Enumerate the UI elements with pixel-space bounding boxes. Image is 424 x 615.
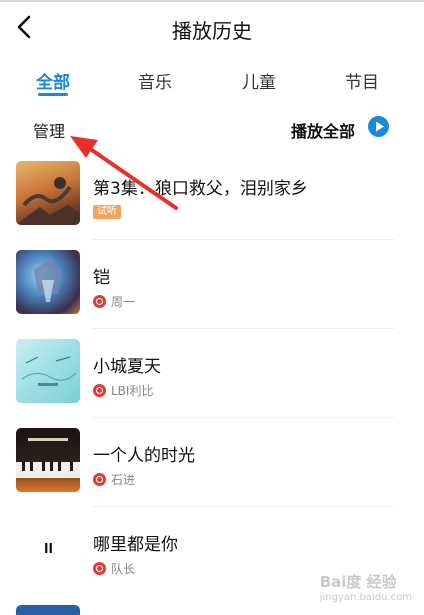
tab-bar: 全部 音乐 儿童 节目	[0, 68, 424, 102]
page-title: 播放历史	[172, 19, 252, 43]
artist-name: 石进	[111, 472, 136, 487]
track-meta: 周一	[93, 293, 135, 309]
track-title: 第3集：狼口救父，泪别家乡	[93, 179, 308, 199]
tab-music[interactable]: 音乐	[125, 68, 185, 93]
play-circle-icon[interactable]	[368, 116, 389, 137]
netease-music-icon	[93, 383, 106, 397]
artist-name: 队长	[111, 561, 136, 576]
track-title: 一个人的时光	[93, 446, 195, 466]
list-item[interactable]: 小城夏天 LBI利比	[0, 330, 424, 418]
list-item[interactable]: 铠 周一	[0, 241, 424, 329]
divider	[93, 506, 394, 507]
tab-all[interactable]: 全部	[23, 68, 83, 93]
header-bar: 播放历史	[0, 2, 424, 52]
pause-icon: ll	[44, 542, 53, 557]
tab-programs[interactable]: 节目	[332, 68, 392, 93]
cover-image	[16, 428, 80, 492]
tab-kids[interactable]: 儿童	[229, 68, 289, 93]
cover-image	[16, 250, 80, 314]
play-all-button[interactable]: 播放全部	[291, 118, 355, 142]
track-meta: 试听	[93, 204, 121, 220]
baidu-watermark-logo: Bai度 经验 jingyan.baidu.com	[319, 573, 412, 603]
divider	[93, 239, 394, 240]
track-meta: 队长	[93, 560, 135, 576]
track-meta: LBI利比	[93, 382, 153, 398]
netease-music-icon	[93, 294, 106, 308]
track-title: 哪里都是你	[93, 535, 178, 555]
manage-button[interactable]: 管理	[33, 118, 65, 142]
artist-name: 周一	[111, 294, 136, 309]
cover-image	[16, 339, 80, 403]
cover-image	[16, 161, 80, 225]
active-tab-indicator	[38, 93, 68, 96]
list-item[interactable]: 第3集：狼口救父，泪别家乡 试听	[0, 152, 424, 240]
trial-badge: 试听	[93, 205, 121, 219]
netease-music-icon	[93, 472, 106, 486]
track-title: 铠	[93, 268, 110, 288]
track-meta: 石进	[93, 471, 135, 487]
list-item[interactable]: 一个人的时光 石进	[0, 419, 424, 507]
track-title: 小城夏天	[93, 357, 161, 377]
divider	[93, 417, 394, 418]
divider	[93, 328, 394, 329]
next-cover-image	[16, 605, 80, 615]
artist-name: LBI利比	[111, 383, 154, 398]
netease-music-icon	[93, 561, 106, 575]
